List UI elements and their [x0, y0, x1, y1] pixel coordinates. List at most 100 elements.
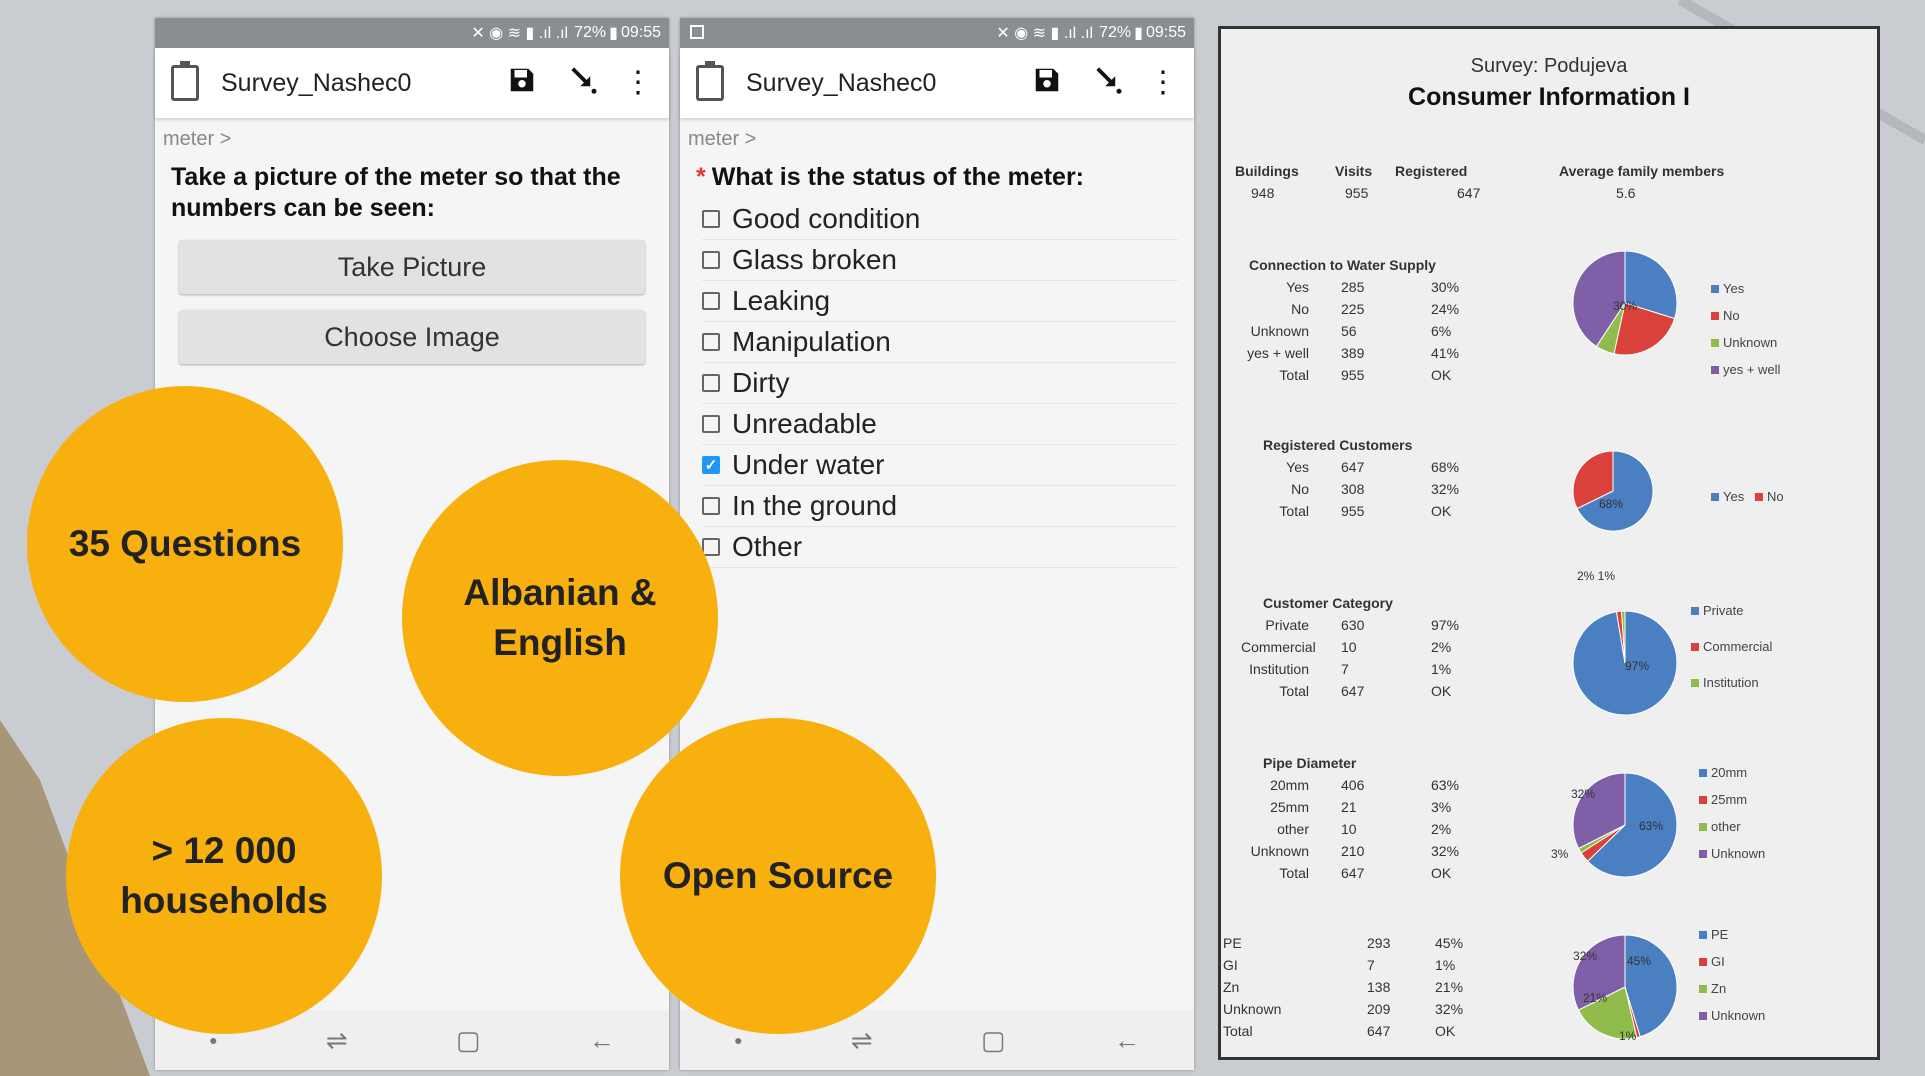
recent-apps-icon[interactable]: ⇌	[851, 1025, 873, 1056]
report-title: Consumer Information I	[1408, 83, 1690, 111]
home-icon[interactable]: ▢	[456, 1025, 481, 1056]
legend-label: other	[1711, 819, 1741, 834]
breadcrumb[interactable]: meter >	[163, 128, 669, 154]
checkbox[interactable]	[702, 374, 720, 392]
option-leaking[interactable]: Leaking	[702, 281, 1178, 322]
battery-icon: ▮	[609, 25, 618, 42]
option-unreadable[interactable]: Unreadable	[702, 404, 1178, 445]
checkbox[interactable]	[702, 251, 720, 269]
save-icon[interactable]	[1032, 65, 1062, 101]
row-percent: 97%	[1431, 617, 1460, 633]
legend-item: 25mm	[1699, 792, 1747, 807]
option-good-condition[interactable]: Good condition	[702, 199, 1178, 240]
option-manipulation[interactable]: Manipulation	[702, 322, 1178, 363]
legend-swatch	[1711, 338, 1719, 347]
battery-icon: ▮	[1134, 25, 1143, 42]
option-under-water[interactable]: ✓ Under water	[702, 445, 1178, 486]
report-subtitle: Survey: Podujeva	[1470, 55, 1628, 77]
row-count: 293	[1367, 935, 1391, 951]
checkbox[interactable]	[702, 333, 720, 351]
go-to-end-icon[interactable]	[1094, 65, 1124, 101]
legend-swatch	[1699, 768, 1707, 777]
legend-swatch	[1699, 1011, 1707, 1020]
row-label: Total	[1279, 683, 1309, 699]
nav-dot-icon[interactable]: ●	[734, 1032, 742, 1048]
language-line-2: English	[493, 622, 627, 663]
clock: 09:55	[1145, 24, 1186, 41]
choose-image-button[interactable]: Choose Image	[179, 310, 645, 364]
row-count: 10	[1341, 821, 1357, 837]
recent-apps-icon[interactable]: ⇌	[326, 1025, 348, 1056]
checkbox[interactable]	[702, 210, 720, 228]
option-glass-broken[interactable]: Glass broken	[702, 240, 1178, 281]
row-percent: 2%	[1431, 639, 1452, 655]
row-count: 7	[1341, 661, 1349, 677]
row-count: 389	[1341, 345, 1365, 361]
legend-label: Private	[1703, 603, 1744, 618]
go-to-end-icon[interactable]	[569, 65, 599, 101]
legend-label: PE	[1711, 927, 1729, 942]
row-percent: 68%	[1431, 459, 1460, 475]
overflow-menu-icon[interactable]: ⋮	[623, 68, 653, 98]
row-label: yes + well	[1247, 345, 1309, 361]
back-icon[interactable]: ←	[1114, 1025, 1140, 1056]
option-label: Manipulation	[732, 326, 891, 357]
row-count: 955	[1341, 367, 1365, 383]
legend-item: Private	[1691, 603, 1743, 618]
visits-value: 955	[1345, 185, 1369, 201]
option-label: Unreadable	[732, 408, 877, 439]
back-icon[interactable]: ←	[589, 1025, 615, 1056]
option-label: Dirty	[732, 367, 790, 398]
section-title: Pipe Diameter	[1263, 755, 1357, 771]
option-in-the-ground[interactable]: In the ground	[702, 486, 1178, 527]
row-count: 647	[1341, 865, 1365, 881]
option-label: In the ground	[732, 490, 898, 521]
row-label: other	[1277, 821, 1309, 837]
open-source-text: Open Source	[662, 855, 894, 896]
pie-data-label: 97%	[1625, 659, 1650, 673]
save-icon[interactable]	[507, 65, 537, 101]
take-picture-button[interactable]: Take Picture	[179, 240, 645, 294]
row-label: Institution	[1249, 661, 1309, 677]
app-bar: Survey_Nashec0 ⋮	[680, 48, 1194, 118]
checkbox[interactable]	[702, 292, 720, 310]
legend-swatch	[1699, 930, 1707, 939]
row-percent: 32%	[1431, 481, 1460, 497]
languages-circle: Albanian & English	[402, 460, 718, 776]
row-percent: 1%	[1431, 661, 1452, 677]
overflow-menu-icon[interactable]: ⋮	[1148, 68, 1178, 98]
nav-dot-icon[interactable]: ●	[209, 1032, 217, 1048]
legend-label: Unknown	[1711, 1008, 1766, 1023]
home-icon[interactable]: ▢	[981, 1025, 1006, 1056]
row-label: Yes	[1286, 279, 1309, 295]
pie-data-label: 32%	[1573, 949, 1598, 963]
pie-data-label: 68%	[1599, 497, 1624, 511]
row-label: Total	[1223, 1023, 1253, 1039]
language-line-1: Albanian &	[463, 572, 657, 613]
option-other[interactable]: Other	[702, 527, 1178, 568]
questions-text: 35 Questions	[68, 523, 302, 564]
family-value: 5.6	[1616, 185, 1636, 201]
legend-swatch	[1711, 492, 1719, 501]
section-title: Connection to Water Supply	[1249, 257, 1436, 273]
clipboard-icon	[696, 61, 724, 101]
row-label: Zn	[1223, 979, 1240, 995]
legend-item: Institution	[1691, 675, 1759, 690]
legend-label: No	[1767, 489, 1784, 504]
legend-label: GI	[1711, 954, 1725, 969]
checkbox[interactable]	[702, 415, 720, 433]
legend-item: GI	[1699, 954, 1725, 969]
row-count: 285	[1341, 279, 1365, 295]
checkbox[interactable]	[702, 497, 720, 515]
legend-label: Unknown	[1711, 846, 1766, 861]
checkbox-checked[interactable]: ✓	[702, 456, 720, 474]
row-percent: 1%	[1435, 957, 1456, 973]
option-dirty[interactable]: Dirty	[702, 363, 1178, 404]
breadcrumb[interactable]: meter >	[688, 128, 1194, 154]
row-percent: 41%	[1431, 345, 1460, 361]
row-count: 209	[1367, 1001, 1391, 1017]
app-bar: Survey_Nashec0 ⋮	[155, 48, 669, 118]
legend-item: Unknown	[1699, 846, 1765, 861]
checkbox[interactable]	[702, 538, 720, 556]
row-count: 955	[1341, 503, 1365, 519]
